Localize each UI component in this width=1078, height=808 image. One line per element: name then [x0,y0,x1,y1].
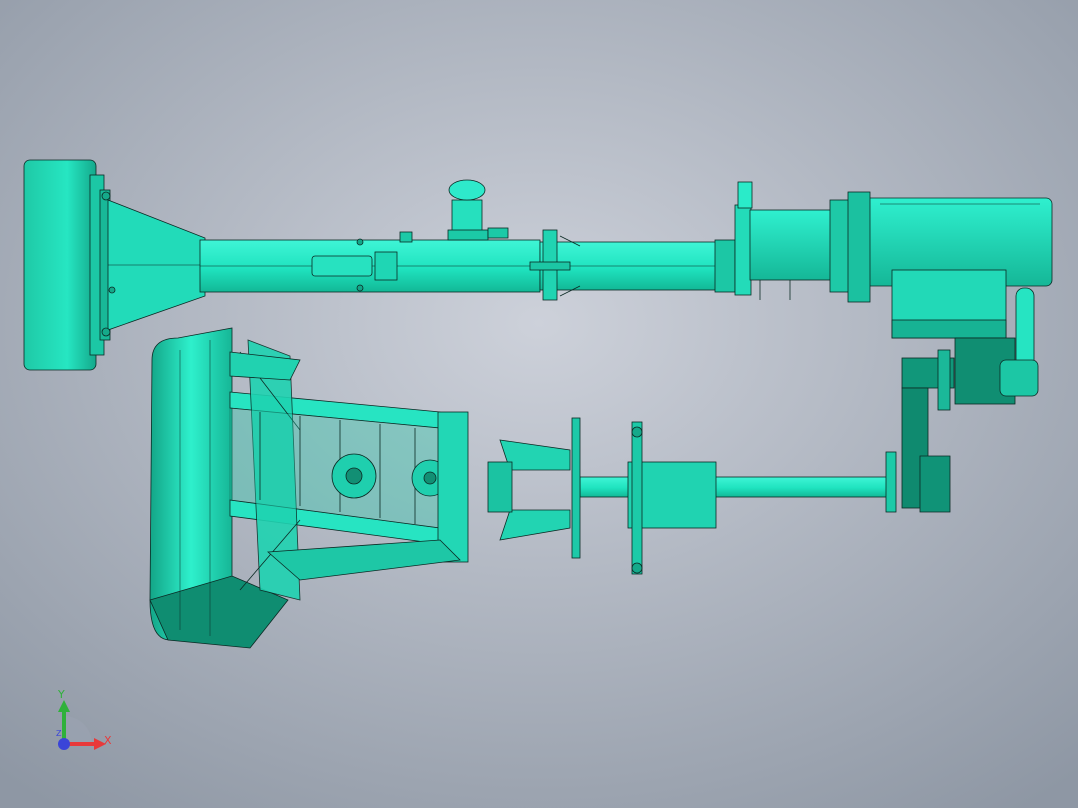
model-view[interactable] [0,0,1078,808]
z-axis-dot [58,738,70,750]
valve-body [451,199,483,235]
frame-mount-plate [437,411,469,563]
right-flange [734,204,752,296]
end-disc [23,159,97,371]
vertical-rod [1015,287,1035,369]
cylinder-housing [749,209,833,281]
lower-rod [579,476,896,498]
rod-end-plate [571,417,581,559]
cad-viewport[interactable]: Y X Z [0,0,1078,808]
sensor-body [311,255,373,277]
